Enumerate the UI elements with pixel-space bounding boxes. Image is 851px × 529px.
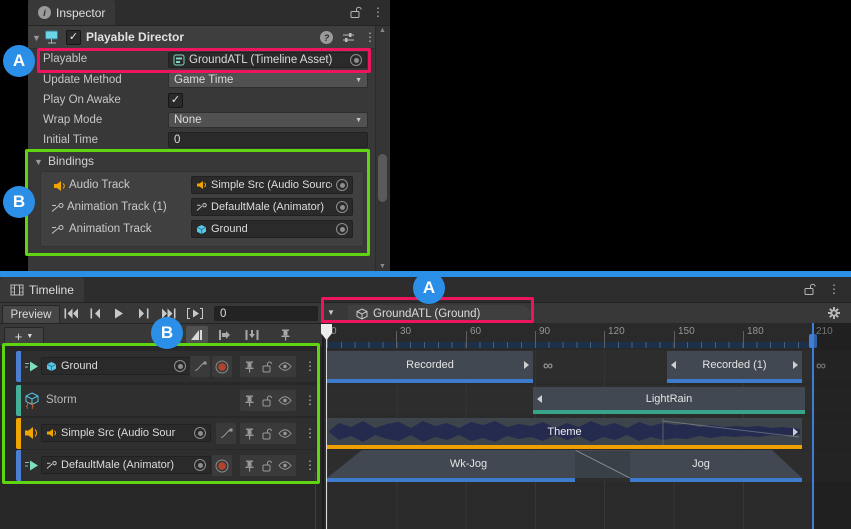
goto-start-button[interactable]: [64, 308, 79, 319]
gear-icon[interactable]: [827, 306, 841, 320]
wrap-mode-label: Wrap Mode: [43, 114, 102, 126]
ruler-label: 30: [400, 326, 411, 337]
clip-label: Wk-Jog: [450, 458, 487, 470]
ruler-label: 150: [678, 326, 695, 337]
ruler-tick: [396, 331, 397, 348]
scrollbar-thumb[interactable]: [378, 154, 387, 202]
ruler-tick: [743, 331, 744, 348]
clip-label: LightRain: [646, 393, 692, 405]
ruler-tick: [535, 331, 536, 348]
callout-b-inspector: B: [3, 186, 35, 218]
preview-label: Preview: [11, 309, 52, 321]
ruler-label: 60: [470, 326, 481, 337]
clip-recorded-1[interactable]: Recorded (1): [667, 351, 802, 383]
callout-a-timeline: A: [413, 272, 445, 304]
clip-lightrain[interactable]: LightRain: [533, 387, 805, 414]
previous-frame-button[interactable]: [90, 308, 101, 319]
info-icon: i: [38, 6, 51, 19]
chevron-down-icon: ▼: [355, 77, 362, 84]
play-button[interactable]: [114, 308, 124, 319]
ruler-label: 180: [747, 326, 764, 337]
inspector-tab-label: Inspector: [56, 6, 105, 20]
playhead-line[interactable]: [326, 339, 327, 529]
chevron-down-icon: ▼: [355, 117, 362, 124]
ripple-mode-button[interactable]: [213, 326, 235, 343]
preview-button[interactable]: Preview: [2, 305, 60, 324]
next-frame-button[interactable]: [138, 308, 149, 319]
wrap-mode-value: None: [174, 114, 202, 126]
timeline-tab-label: Timeline: [29, 283, 74, 297]
ruler-tick: [466, 331, 467, 348]
clip-edge-icon: [524, 361, 529, 369]
inspector-scrollbar[interactable]: ▲ ▼: [375, 26, 389, 271]
clip-theme[interactable]: Theme: [327, 418, 802, 449]
update-method-dropdown[interactable]: Game Time ▼: [168, 72, 368, 88]
ruler-tick: [604, 331, 605, 348]
clip-label: Recorded: [406, 359, 454, 371]
help-icon[interactable]: ?: [320, 31, 333, 44]
film-icon: [10, 284, 24, 296]
clip-wkjog[interactable]: Wk-Jog: [362, 450, 575, 478]
play-on-awake-checkbox[interactable]: ✓: [168, 93, 183, 108]
clip-label: Recorded (1): [702, 359, 766, 371]
playable-director-icon: [44, 30, 60, 44]
clip-label: Jog: [692, 458, 710, 470]
extrapolation-hold-icon: ∞: [543, 357, 552, 373]
chevron-down-icon: ▼: [26, 333, 33, 340]
tab-inspector[interactable]: i Inspector: [28, 0, 115, 25]
callout-a-inspector: A: [3, 45, 35, 77]
out-of-range-overlay: [814, 323, 851, 529]
highlight-track-list: [2, 343, 320, 484]
plus-icon: +: [15, 330, 23, 343]
highlight-playable-field: [37, 48, 371, 73]
play-range-button[interactable]: [186, 308, 204, 319]
component-header[interactable]: ▼ ✓ Playable Director ? ⋮: [28, 26, 378, 49]
initial-time-label: Initial Time: [43, 134, 98, 146]
play-on-awake-label: Play On Awake: [43, 94, 121, 106]
initial-time-value: 0: [174, 134, 180, 146]
component-enabled-checkbox[interactable]: ✓: [66, 30, 81, 45]
mix-mode-button[interactable]: [186, 326, 208, 343]
ruler-tick: [674, 331, 675, 348]
replace-mode-button[interactable]: [241, 326, 263, 343]
inspector-menu-icon[interactable]: ⋮: [372, 6, 384, 18]
presets-icon[interactable]: [342, 32, 355, 43]
clip-edge-icon: [671, 361, 676, 369]
clip-edge-icon: [793, 361, 798, 369]
clip-jog[interactable]: Jog: [630, 450, 772, 478]
callout-b-timeline: B: [151, 317, 183, 349]
ruler-label: 90: [539, 326, 550, 337]
marker-pin-button[interactable]: [275, 326, 295, 343]
scroll-up-icon[interactable]: ▲: [379, 27, 386, 34]
screenshot-root: i Inspector ⋮ ▼ ✓ Playable Director ? ⋮ …: [0, 0, 851, 529]
clip-edge-icon: [537, 395, 542, 403]
clip-edge-icon: [793, 428, 798, 436]
clip-recorded[interactable]: Recorded: [327, 351, 533, 383]
frame-field[interactable]: 0: [214, 306, 318, 321]
foldout-icon[interactable]: ▼: [32, 33, 41, 43]
clip-wkjog-underline: [327, 478, 575, 482]
frame-value: 0: [220, 308, 226, 320]
ruler-duration-strip: [327, 342, 814, 348]
clip-label: Theme: [547, 426, 581, 438]
update-method-value: Game Time: [174, 74, 233, 86]
wrap-mode-dropdown[interactable]: None ▼: [168, 112, 368, 128]
update-method-label: Update Method: [43, 74, 122, 86]
tab-timeline[interactable]: Timeline: [0, 277, 84, 302]
clip-crossfade: [575, 450, 630, 478]
lock-icon[interactable]: [350, 6, 362, 19]
scroll-down-icon[interactable]: ▼: [379, 263, 386, 270]
ruler-label: 120: [608, 326, 625, 337]
initial-time-field[interactable]: 0: [168, 132, 368, 148]
clip-jog-underline: [630, 478, 802, 482]
component-title: Playable Director: [86, 30, 184, 44]
timeline-menu-icon[interactable]: ⋮: [828, 283, 840, 295]
highlight-bindings: [25, 149, 370, 256]
inspector-tabbar: i Inspector ⋮: [28, 0, 390, 26]
lock-icon[interactable]: [804, 283, 816, 296]
